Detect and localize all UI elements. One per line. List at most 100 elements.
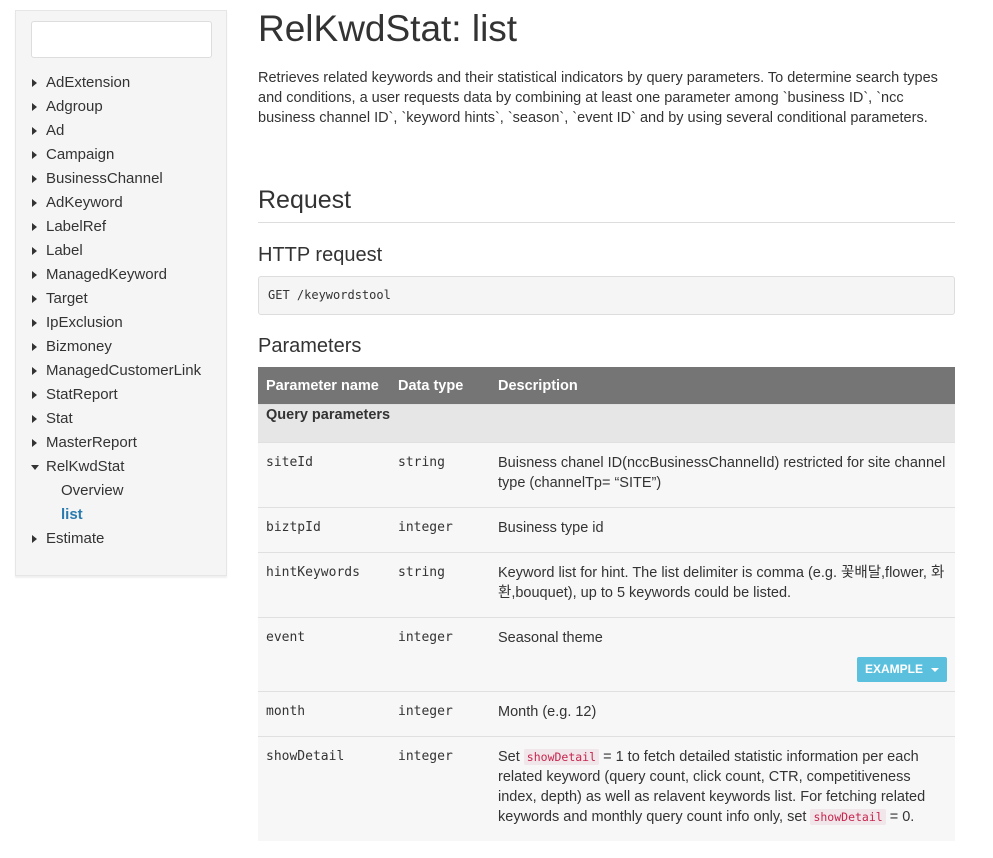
caret-right-icon — [32, 223, 37, 231]
caret-right-icon — [32, 271, 37, 279]
table-row: showDetail integer Set showDetail = 1 to… — [258, 736, 955, 841]
sidebar-item-label: ManagedCustomerLink — [46, 362, 202, 379]
inline-code: showDetail — [810, 809, 886, 825]
param-type: integer — [390, 736, 490, 841]
sidebar-item-campaign[interactable]: Campaign — [16, 143, 226, 167]
param-name: month — [258, 691, 390, 737]
caret-down-icon — [31, 465, 39, 470]
sidebar-item-businesschannel[interactable]: BusinessChannel — [16, 167, 226, 191]
group-label: Query parameters — [258, 404, 955, 443]
column-header: Data type — [390, 367, 490, 405]
caret-right-icon — [32, 199, 37, 207]
sidebar-item-label[interactable]: Label — [16, 239, 226, 263]
http-request-heading: HTTP request — [258, 244, 383, 266]
table-row: month integer Month (e.g. 12) — [258, 691, 955, 737]
caret-right-icon — [32, 79, 37, 87]
caret-right-icon — [32, 295, 37, 303]
param-description: Keyword list for hint. The list delimite… — [490, 552, 955, 618]
param-description: Month (e.g. 12) — [490, 691, 955, 737]
sidebar-item-adgroup[interactable]: Adgroup — [16, 95, 226, 119]
caret-right-icon — [32, 367, 37, 375]
sidebar-item-label: MasterReport — [46, 434, 137, 451]
column-header: Parameter name — [258, 367, 390, 405]
sidebar-item-label: RelKwdStat — [46, 458, 125, 475]
sidebar-item-label: LabelRef — [46, 218, 107, 235]
sidebar-item-estimate[interactable]: Estimate — [16, 527, 226, 551]
param-description-cell: Seasonal theme EXAMPLE — [490, 617, 955, 692]
param-type: string — [390, 552, 490, 618]
sidebar-item-label: Adgroup — [46, 98, 103, 115]
sidebar-item-label: Campaign — [46, 146, 115, 163]
table-group-row: Query parameters — [258, 404, 955, 443]
search-input[interactable] — [31, 21, 212, 58]
sidebar-item-label: AdExtension — [46, 74, 131, 91]
sidebar-nav: AdExtension Adgroup Ad Campaign Business… — [16, 71, 226, 551]
sidebar-item-ad[interactable]: Ad — [16, 119, 226, 143]
caret-right-icon — [32, 127, 37, 135]
parameters-table: Parameter name Data type Description Que… — [258, 367, 955, 841]
sidebar-item-label: Stat — [46, 410, 73, 427]
sidebar-item-statreport[interactable]: StatReport — [16, 383, 226, 407]
example-label: EXAMPLE — [864, 662, 923, 676]
param-type: integer — [390, 617, 490, 692]
caret-right-icon — [32, 103, 37, 111]
sidebar-item-managedcustomerlink[interactable]: ManagedCustomerLink — [16, 359, 226, 383]
caret-right-icon — [32, 247, 37, 255]
table-row: biztpId integer Business type id — [258, 507, 955, 553]
inline-code: showDetail — [523, 749, 600, 765]
sidebar-item-masterreport[interactable]: MasterReport — [16, 431, 226, 455]
caret-right-icon — [32, 151, 37, 159]
desc-text: = 0. — [885, 809, 915, 825]
sidebar-item-adkeyword[interactable]: AdKeyword — [16, 191, 226, 215]
sidebar-item-label: ManagedKeyword — [46, 266, 167, 283]
sidebar-item-adextension[interactable]: AdExtension — [16, 71, 226, 95]
caret-right-icon — [32, 319, 37, 327]
sidebar-item-label: IpExclusion — [46, 314, 123, 331]
param-name: hintKeywords — [258, 552, 390, 618]
param-name: biztpId — [258, 507, 390, 553]
example-dropdown-button[interactable]: EXAMPLE — [856, 657, 947, 682]
caret-right-icon — [32, 535, 37, 543]
caret-right-icon — [32, 175, 37, 183]
sidebar: AdExtension Adgroup Ad Campaign Business… — [15, 10, 227, 576]
heading-divider — [258, 222, 955, 223]
sidebar-item-target[interactable]: Target — [16, 287, 226, 311]
table-row: siteId string Buisness chanel ID(nccBusi… — [258, 442, 955, 508]
sidebar-subitem-list[interactable]: list — [16, 503, 226, 527]
sidebar-item-relkwdstat[interactable]: RelKwdStat — [16, 455, 226, 479]
caret-right-icon — [32, 415, 37, 423]
sidebar-item-ipexclusion[interactable]: IpExclusion — [16, 311, 226, 335]
parameters-heading: Parameters — [258, 335, 362, 357]
page-title: RelKwdStat: list — [258, 8, 518, 49]
sidebar-item-label: Bizmoney — [46, 338, 112, 355]
intro-text: Retrieves related keywords and their sta… — [258, 70, 938, 126]
example-wrap: EXAMPLE — [498, 657, 947, 682]
table-row: event integer Seasonal theme EXAMPLE — [258, 617, 955, 692]
sidebar-item-labelref[interactable]: LabelRef — [16, 215, 226, 239]
column-header: Description — [490, 367, 955, 405]
param-name: event — [258, 617, 390, 692]
sidebar-item-label: Label — [46, 242, 83, 259]
sidebar-item-stat[interactable]: Stat — [16, 407, 226, 431]
param-type: integer — [390, 507, 490, 553]
sidebar-item-label: Target — [46, 290, 88, 307]
sidebar-item-managedkeyword[interactable]: ManagedKeyword — [16, 263, 226, 287]
sidebar-item-label: Estimate — [46, 530, 105, 547]
caret-right-icon — [32, 343, 37, 351]
param-description: Business type id — [490, 507, 955, 553]
request-heading: Request — [258, 186, 352, 214]
param-description: Buisness chanel ID(nccBusinessChannelId)… — [490, 442, 955, 508]
param-name: showDetail — [258, 736, 390, 841]
param-name: siteId — [258, 442, 390, 508]
caret-right-icon — [32, 391, 37, 399]
sidebar-item-label: Ad — [46, 122, 65, 139]
param-type: string — [390, 442, 490, 508]
param-description: Set showDetail = 1 to fetch detailed sta… — [490, 736, 955, 841]
sidebar-item-label: BusinessChannel — [46, 170, 163, 187]
sidebar-subitem-overview[interactable]: Overview — [16, 479, 226, 503]
sidebar-item-label: StatReport — [46, 386, 118, 403]
desc-text: Set — [498, 749, 524, 765]
sidebar-item-bizmoney[interactable]: Bizmoney — [16, 335, 226, 359]
caret-right-icon — [32, 439, 37, 447]
http-request-code: GET /keywordstool — [258, 276, 955, 315]
